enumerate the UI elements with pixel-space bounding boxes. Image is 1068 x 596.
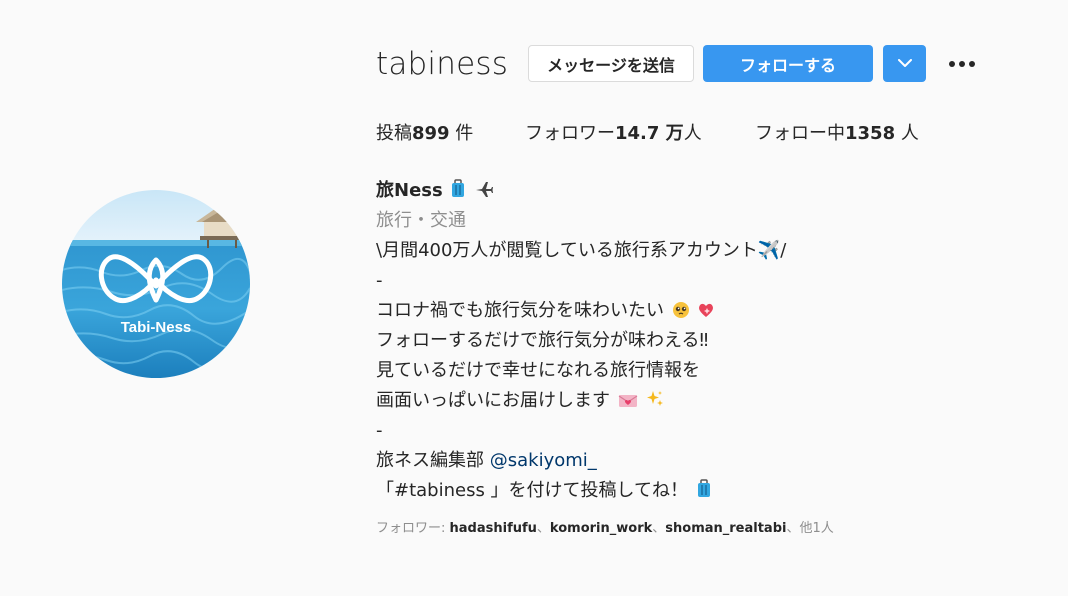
sparkles-icon xyxy=(647,391,664,406)
airplane-icon xyxy=(476,182,494,197)
avatar-image: Tabi-Ness xyxy=(62,190,250,378)
profile-bio: 旅Ness 旅行・交通 \月間400万人が閲覧している旅行系アカウント✈️/ -… xyxy=(376,176,1036,506)
following-label: フォロー中 xyxy=(755,123,845,144)
followed-by-prefix: フォロワー: xyxy=(376,521,450,536)
bio-line-4: フォローするだけで旅行気分が味わえる‼ xyxy=(376,330,709,351)
love-letter-icon xyxy=(618,395,638,407)
bio-name-line: 旅Ness xyxy=(376,176,1036,206)
bio-line-2: - xyxy=(376,270,383,291)
posts-unit: 件 xyxy=(449,123,474,144)
followers-unit: 人 xyxy=(683,123,702,144)
followed-by-separator: 、 xyxy=(652,521,666,536)
bio-line-1: \月間400万人が閲覧している旅行系アカウント✈️/ xyxy=(376,240,787,261)
more-horizontal-icon xyxy=(949,61,975,67)
followers-value: 14.7 万 xyxy=(615,123,684,144)
suggestions-dropdown-button[interactable] xyxy=(883,45,926,82)
followed-by[interactable]: フォロワー: hadashifufu、komorin_work、shoman_r… xyxy=(376,518,834,540)
following-unit: 人 xyxy=(895,123,919,144)
bio-line-6: 画面いっぱいにお届けします xyxy=(376,386,1036,416)
posts-count: 投稿899 件 xyxy=(376,121,473,147)
bio-line-8-text: 旅ネス編集部 xyxy=(376,450,490,471)
pleading-face-icon xyxy=(672,302,689,318)
following-count[interactable]: フォロー中1358 人 xyxy=(755,121,919,147)
bio-line-7: - xyxy=(376,420,383,441)
followers-label: フォロワー xyxy=(525,123,615,144)
send-message-button[interactable]: メッセージを送信 xyxy=(528,45,694,82)
bio-line-9: 「#tabiness 」を付けて投稿してね！ xyxy=(376,476,1036,506)
profile-page: Tabi-Ness tabiness メッセージを送信 フォローする 投稿899… xyxy=(0,0,1068,596)
followed-by-user: komorin_work xyxy=(549,521,653,536)
following-value: 1358 xyxy=(845,123,896,144)
avatar[interactable]: Tabi-Ness xyxy=(62,190,250,378)
chevron-down-icon xyxy=(897,59,912,67)
profile-username: tabiness xyxy=(376,46,509,82)
bio-line-5: 見ているだけで幸せになれる旅行情報を xyxy=(376,360,700,381)
followed-by-separator: 、 xyxy=(536,521,550,536)
bio-line-8: 旅ネス編集部 @sakiyomi_ xyxy=(376,446,1036,476)
avatar-text: Tabi-Ness xyxy=(121,319,192,336)
profile-category: 旅行・交通 xyxy=(376,210,466,231)
bio-line-3: コロナ禍でも旅行気分を味わいたい xyxy=(376,296,1036,326)
followed-by-user: hadashifufu xyxy=(449,521,537,536)
followed-by-user: shoman_realtabi xyxy=(665,521,787,536)
more-options-button[interactable] xyxy=(944,50,980,78)
sparkling-heart-icon xyxy=(699,303,714,317)
profile-display-name: 旅Ness xyxy=(376,180,443,201)
followed-by-suffix: 他1人 xyxy=(799,521,834,536)
luggage-icon xyxy=(697,479,710,497)
posts-value: 899 xyxy=(412,123,450,144)
follow-button[interactable]: フォローする xyxy=(703,45,873,82)
followers-count[interactable]: フォロワー14.7 万人 xyxy=(525,121,702,147)
mention-link[interactable]: @sakiyomi_ xyxy=(490,450,597,471)
bio-line-3-text: コロナ禍でも旅行気分を味わいたい xyxy=(376,300,664,321)
hashtag-line-text: 「#tabiness 」を付けて投稿してね！ xyxy=(376,480,689,501)
followed-by-separator: 、 xyxy=(786,521,800,536)
bio-line-6-text: 画面いっぱいにお届けします xyxy=(376,390,610,411)
posts-label: 投稿 xyxy=(376,123,412,144)
luggage-icon xyxy=(452,179,465,197)
